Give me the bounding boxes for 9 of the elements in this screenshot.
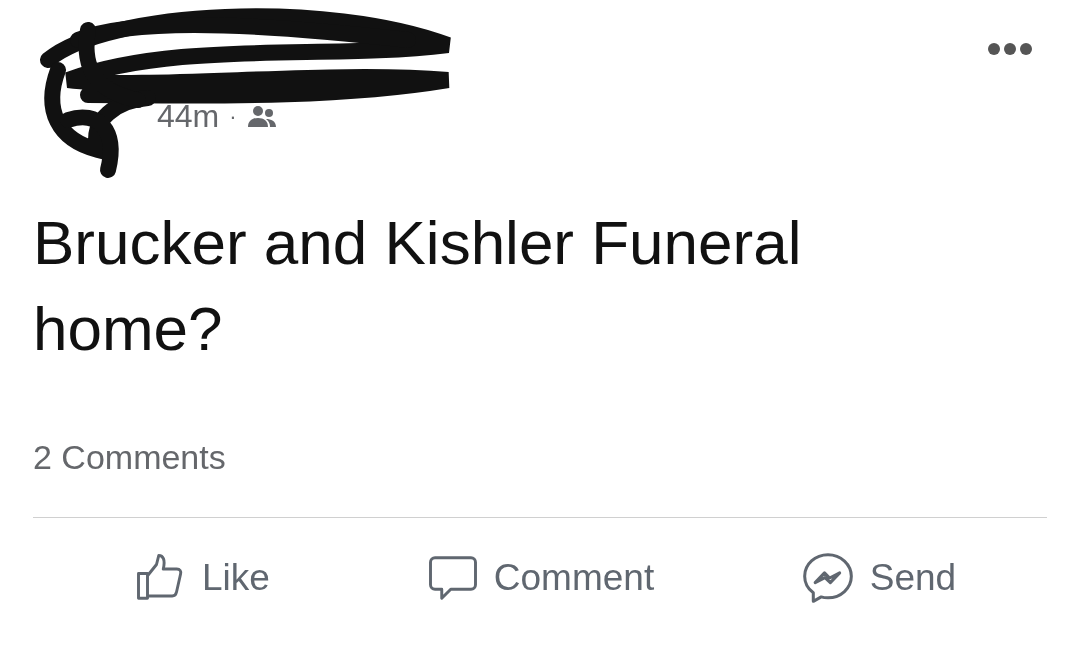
post-time: 44m <box>157 98 220 135</box>
comments-count[interactable]: 2 Comments <box>33 438 1047 477</box>
like-button[interactable]: Like <box>33 546 371 610</box>
comment-button[interactable]: Comment <box>371 546 709 610</box>
more-options-icon[interactable] <box>987 42 1033 56</box>
post-text: Brucker and Kishler Funeral home? <box>33 207 803 365</box>
send-button[interactable]: Send <box>709 546 1047 610</box>
friends-icon <box>246 104 277 129</box>
separator-dot: · <box>229 103 237 130</box>
